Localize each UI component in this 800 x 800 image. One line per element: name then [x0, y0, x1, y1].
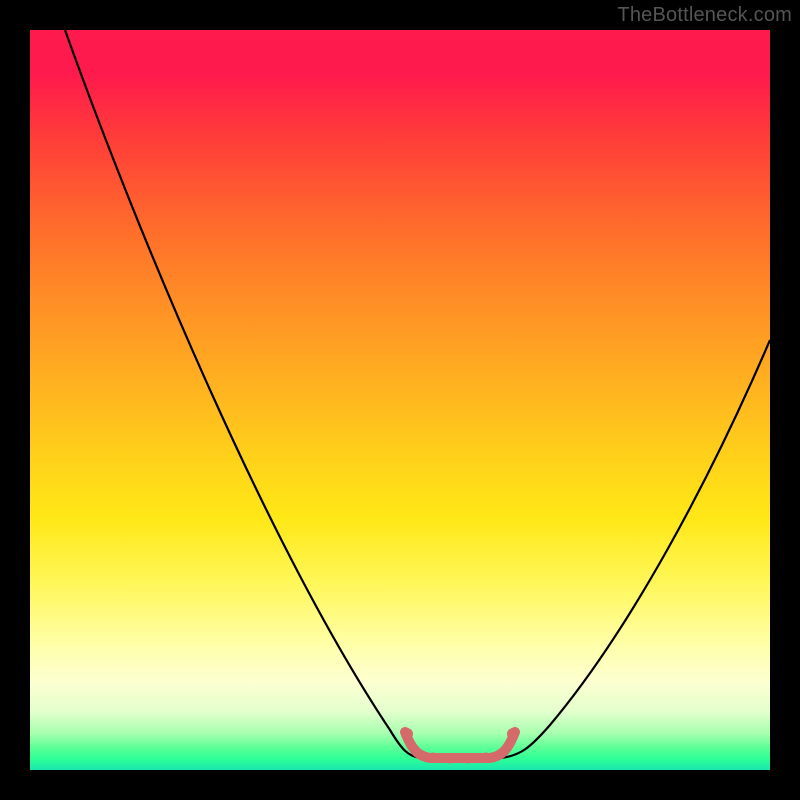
- optimal-band-dot-b: [446, 755, 455, 764]
- optimal-band-dot-right: [507, 728, 519, 740]
- watermark-text: TheBottleneck.com: [617, 4, 792, 27]
- plot-area: [30, 30, 770, 770]
- curve-svg: [30, 30, 770, 770]
- optimal-band-dot-d: [482, 753, 491, 762]
- chart-frame: TheBottleneck.com: [0, 0, 800, 800]
- optimal-band-dot-left: [401, 728, 413, 740]
- optimal-band-dot-a: [429, 753, 438, 762]
- bottleneck-curve-right: [500, 340, 770, 758]
- optimal-band-marker: [405, 732, 515, 758]
- optimal-band-dot-c: [464, 755, 473, 764]
- bottleneck-curve-left: [65, 30, 420, 758]
